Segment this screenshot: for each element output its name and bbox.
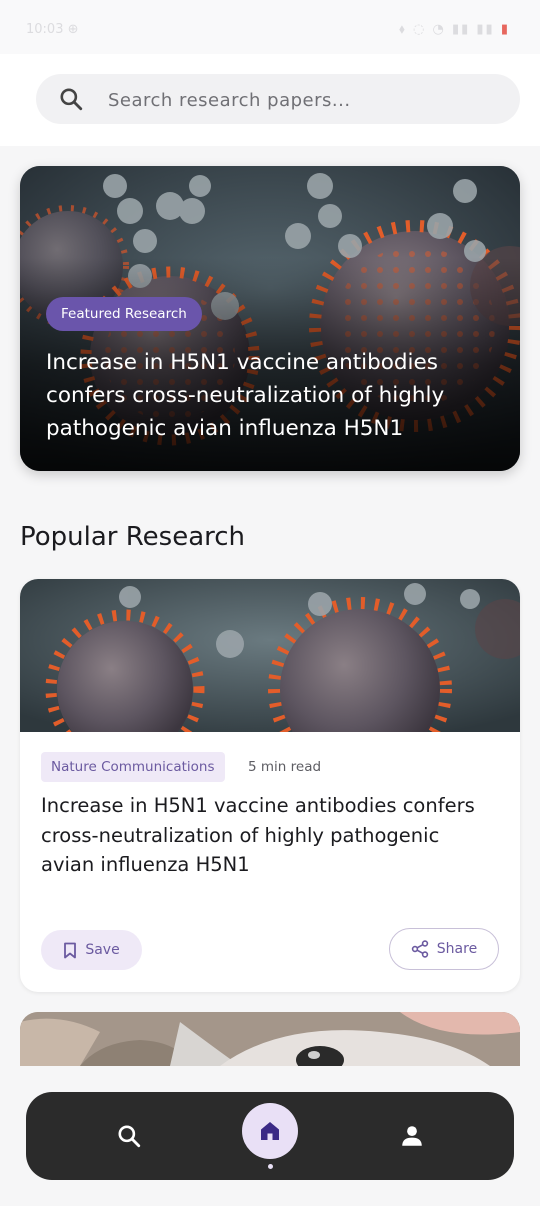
search-icon [60, 88, 83, 111]
read-time: 5 min read [248, 759, 322, 775]
share-button[interactable]: Share [389, 928, 499, 970]
bookmark-icon [64, 942, 77, 958]
research-card[interactable]: Nature Communications 5 min read Increas… [20, 579, 520, 992]
home-icon [261, 1122, 279, 1140]
profile-icon[interactable] [399, 1123, 425, 1149]
featured-research-card[interactable]: Featured Research Increase in H5N1 vacci… [20, 166, 520, 471]
search-icon[interactable] [116, 1123, 142, 1149]
share-label: Share [436, 941, 478, 957]
research-card[interactable] [20, 1012, 520, 1066]
search-bar[interactable] [36, 74, 520, 126]
save-button[interactable]: Save [41, 930, 142, 970]
bottom-nav [26, 1092, 514, 1180]
section-title: Popular Research [20, 522, 246, 552]
status-indicators: ⬧ ◌ ◔ ▮▮ ▮▮ ▮ [399, 22, 510, 37]
featured-badge: Featured Research [46, 297, 202, 331]
battery-icon: ▮ [500, 22, 510, 37]
share-icon [411, 940, 428, 958]
save-label: Save [85, 942, 120, 958]
search-input[interactable] [106, 74, 500, 126]
journal-badge: Nature Communications [41, 752, 225, 782]
featured-title[interactable]: Increase in H5N1 vaccine antibodies conf… [46, 346, 496, 445]
status-bar: 10:03 ⊕ ⬧ ◌ ◔ ▮▮ ▮▮ ▮ [0, 0, 540, 54]
home-button[interactable] [242, 1103, 298, 1159]
status-time: 10:03 ⊕ [26, 22, 79, 37]
virus-particles-image [20, 579, 520, 732]
mouse-image [20, 1012, 520, 1066]
card-title[interactable]: Increase in H5N1 vaccine antibodies conf… [41, 791, 481, 880]
active-indicator [268, 1164, 273, 1169]
status-icons: ⬧ ◌ ◔ ▮▮ ▮▮ [399, 22, 495, 37]
search-section [0, 54, 540, 146]
